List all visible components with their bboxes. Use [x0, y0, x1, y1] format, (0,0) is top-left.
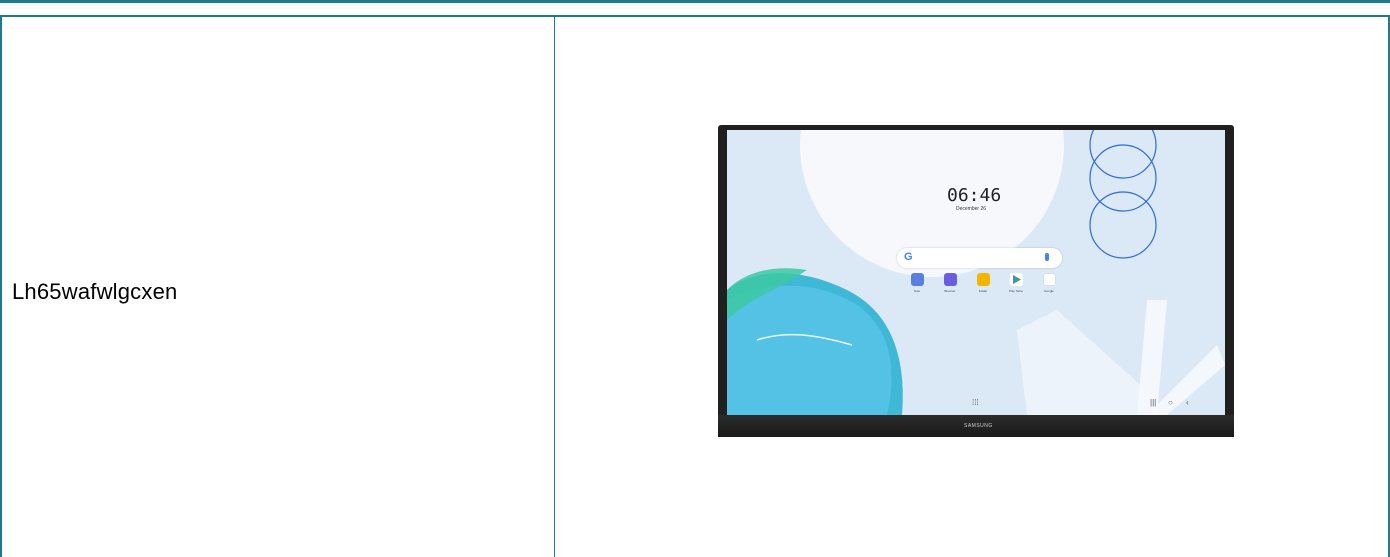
- back-icon: ‹: [1186, 398, 1189, 407]
- app-label: Note: [913, 289, 921, 293]
- search-bar: G: [897, 248, 1062, 268]
- app-label: Play Store: [1009, 289, 1023, 293]
- brand-logo: SAMSUNG: [964, 423, 993, 429]
- bottom-bezel: SAMSUNG: [718, 415, 1234, 437]
- google-folder-icon: [1042, 273, 1056, 286]
- app-label: Google: [1044, 289, 1054, 293]
- app-browser: Browser: [935, 273, 965, 293]
- clock-date: December 26: [956, 206, 987, 212]
- home-icon: ○: [1168, 398, 1173, 407]
- app-label: Browser: [944, 289, 956, 293]
- label-cell: Lh65wafwlgcxen: [0, 15, 555, 557]
- product-code: Lh65wafwlgcxen: [12, 279, 178, 304]
- app-folder: Folder: [968, 273, 998, 293]
- google-icon: G: [904, 251, 913, 263]
- browser-icon: [943, 273, 957, 286]
- recents-icon: |||: [1150, 398, 1157, 407]
- product-image: 06:46 December 26 G Note Browser Folder: [718, 125, 1234, 437]
- clock-time: 06:46: [947, 185, 1002, 206]
- app-drawer-icon: ⁞⁞⁞: [972, 398, 979, 407]
- play-store-icon: [1009, 273, 1023, 286]
- display-screen: 06:46 December 26 G Note Browser Folder: [727, 130, 1225, 415]
- note-icon: [910, 273, 924, 286]
- app-note: Note: [902, 273, 932, 293]
- app-play-store: Play Store: [1001, 273, 1031, 293]
- app-label: Folder: [978, 289, 988, 293]
- app-row: Note Browser Folder Play Store Google: [902, 273, 1062, 301]
- mic-icon: [1045, 253, 1049, 261]
- app-google: Google: [1034, 273, 1064, 293]
- folder-icon: [976, 273, 990, 286]
- nav-bar: ⁞⁞⁞ ||| ○ ‹: [727, 398, 1225, 412]
